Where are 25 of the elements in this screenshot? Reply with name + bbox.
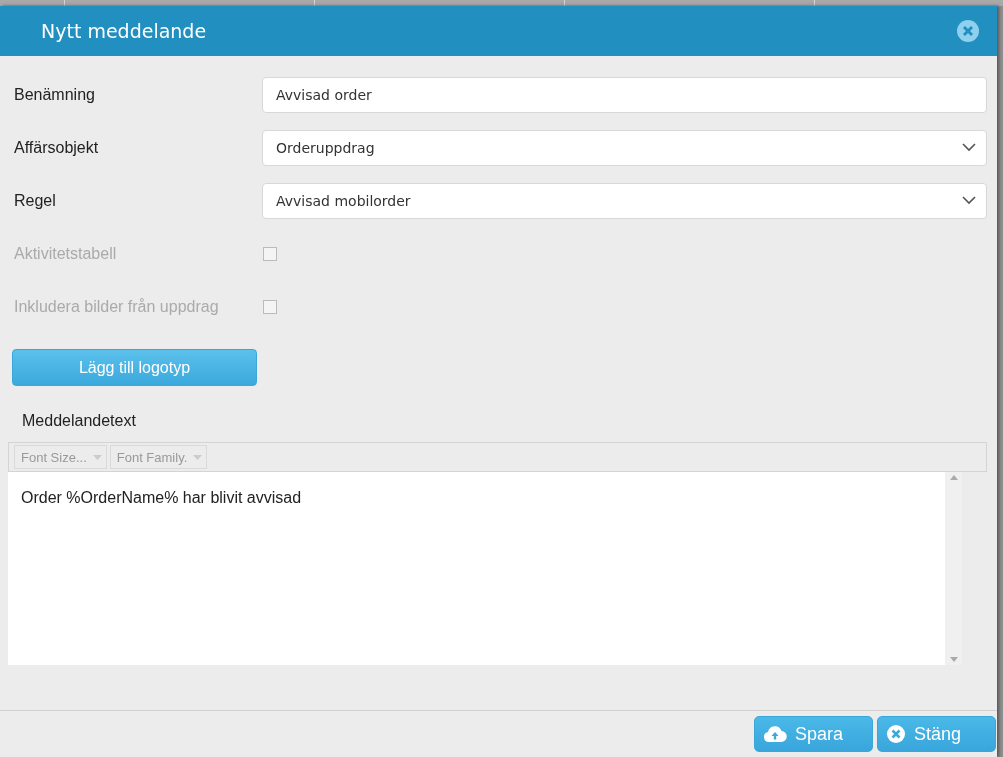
toolbar-dropdown[interactable]: Font Size... — [14, 445, 107, 469]
caret-down-icon — [92, 454, 102, 460]
caret-down-icon — [193, 454, 203, 460]
scroll-down-icon[interactable] — [949, 657, 958, 662]
editor-label: Meddelandetext — [22, 412, 137, 430]
dialog-title: Nytt meddelande — [41, 20, 207, 42]
save-button[interactable]: Spara — [754, 716, 873, 752]
close-icon[interactable] — [957, 20, 979, 42]
scrollbar[interactable] — [945, 472, 962, 665]
scroll-up-icon[interactable] — [949, 475, 958, 480]
toolbar-dropdown[interactable]: Font Family. — [109, 445, 208, 469]
text-field[interactable]: Avvisad order — [262, 77, 987, 113]
chevron-down-icon — [962, 196, 976, 205]
field-label: Benämning — [13, 86, 96, 104]
cloud-upload-icon — [763, 725, 787, 743]
field-label: Aktivitetstabell — [13, 244, 118, 263]
add-logo-button[interactable]: Lägg till logotyp — [12, 349, 257, 386]
select-field[interactable]: Orderuppdrag — [262, 129, 987, 166]
field-label: Inkludera bilder från uppdrag — [13, 297, 220, 316]
field-label: Affärsobjekt — [13, 138, 100, 157]
chevron-down-icon — [962, 143, 976, 152]
field-label: Regel — [13, 191, 57, 210]
close-icon — [886, 724, 906, 744]
close-button[interactable]: Stäng — [877, 716, 996, 752]
select-field[interactable]: Avvisad mobilorder — [262, 182, 987, 219]
